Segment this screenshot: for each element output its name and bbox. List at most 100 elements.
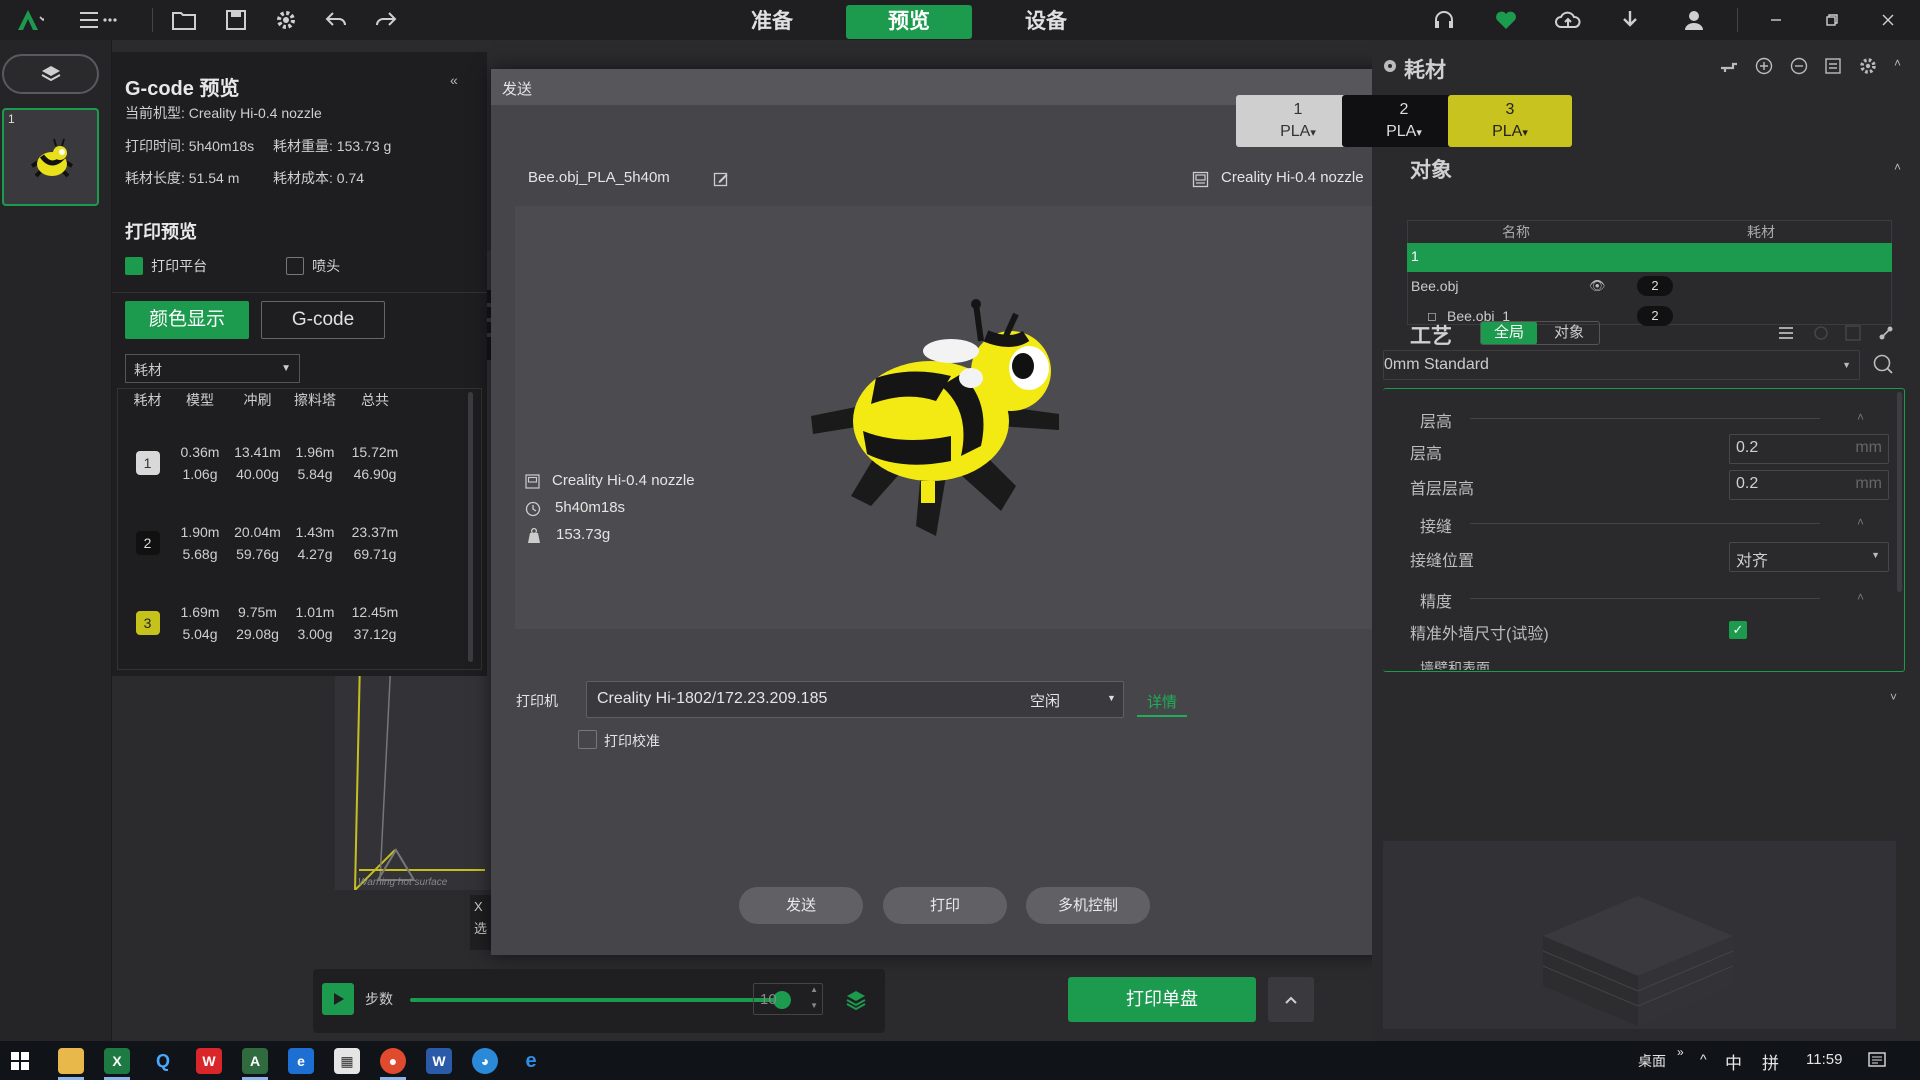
save-icon[interactable] <box>222 6 250 34</box>
add-filament-icon[interactable] <box>1755 57 1773 75</box>
object-filament-badge[interactable]: 2 <box>1637 306 1673 326</box>
nozzle-checkbox[interactable]: 喷头 <box>286 256 340 276</box>
tab-preview[interactable]: 预览 <box>846 5 972 39</box>
tab-device[interactable]: 设备 <box>990 5 1102 39</box>
filament-view-dropdown[interactable]: 耗材 ▼ <box>125 354 300 383</box>
tab-object[interactable]: 对象 <box>1539 322 1599 344</box>
seam-position-select[interactable]: 对齐 ▼ <box>1729 542 1889 572</box>
cloud-upload-icon[interactable] <box>1554 6 1582 34</box>
filament-chip-3[interactable]: 3 PLA▾ <box>1448 95 1572 147</box>
first-layer-height-input[interactable]: 0.2 mm <box>1729 470 1889 500</box>
table-row: 1 0.36m 1.06g 13.41m 40.00g 1.96m 5.84g 15.72m 4… <box>125 423 475 503</box>
tray-chevron-up-icon[interactable]: ^ <box>1700 1051 1707 1067</box>
filament-spool-icon <box>1382 58 1398 74</box>
collapse-icon[interactable]: ˄ <box>1894 56 1901 70</box>
calculator-icon[interactable]: ▦ <box>334 1048 360 1074</box>
notification-icon[interactable] <box>1868 1052 1886 1070</box>
precise-wall-checkbox[interactable]: ✓ <box>1729 621 1747 639</box>
collapse-icon[interactable]: ˄ <box>1857 590 1864 604</box>
filament-settings-icon[interactable] <box>1719 58 1739 74</box>
collapse-icon[interactable]: ˄ <box>1857 410 1864 424</box>
expand-icon[interactable]: ˅ <box>1890 690 1897 704</box>
headset-icon[interactable] <box>1430 6 1458 34</box>
heart-icon[interactable] <box>1492 6 1520 34</box>
gcode-view-button[interactable]: G-code <box>261 301 385 339</box>
print-bed-checkbox[interactable]: 打印平台 <box>125 256 207 276</box>
step-slider-track[interactable] <box>410 991 792 1009</box>
remove-filament-icon[interactable] <box>1790 57 1808 75</box>
edge-icon[interactable]: e <box>288 1048 314 1074</box>
visibility-eye-icon[interactable]: 👁 <box>1589 278 1606 294</box>
save-preset-icon[interactable] <box>1844 324 1862 342</box>
header-filament: 耗材 <box>133 392 162 408</box>
tower-length: 1.43m <box>295 524 335 540</box>
toolbar-expand-icon[interactable]: » <box>1677 1045 1684 1059</box>
search-icon[interactable] <box>1872 353 1894 375</box>
total-weight: 37.12g <box>353 626 397 642</box>
gear-icon[interactable] <box>1859 57 1877 75</box>
collapse-icon[interactable]: ˄ <box>1894 160 1901 174</box>
print-plate-button[interactable]: 打印单盘 <box>1068 977 1256 1022</box>
settings-scrollbar[interactable] <box>1897 392 1902 592</box>
tab-prepare[interactable]: 准备 <box>716 5 828 39</box>
ie-icon[interactable]: e <box>518 1048 544 1074</box>
compare-icon[interactable] <box>1877 324 1895 342</box>
flush-length: 20.04m <box>234 524 281 540</box>
creality-print-icon[interactable]: A <box>242 1048 268 1074</box>
collapse-panel-icon[interactable]: « <box>450 72 458 88</box>
chrome-icon[interactable]: ● <box>380 1048 406 1074</box>
play-button[interactable] <box>322 983 354 1015</box>
layers-stack-icon[interactable] <box>845 989 867 1011</box>
app-logo-icon[interactable] <box>16 6 44 34</box>
download-icon[interactable] <box>1616 6 1644 34</box>
total-weight: 46.90g <box>353 466 397 482</box>
expand-options-button[interactable] <box>1268 977 1314 1022</box>
windows-start-icon[interactable] <box>11 1052 29 1070</box>
undo-icon[interactable] <box>322 6 350 34</box>
edit-filename-icon[interactable] <box>713 171 729 187</box>
process-list-icon[interactable] <box>1777 324 1795 342</box>
ime-pinyin[interactable]: 拼 <box>1762 1049 1779 1074</box>
user-icon[interactable] <box>1680 6 1708 34</box>
open-folder-icon[interactable] <box>170 6 198 34</box>
weight-icon <box>525 528 543 544</box>
table-scrollbar[interactable] <box>468 392 473 662</box>
header-model: 模型 <box>186 392 214 408</box>
color-display-button[interactable]: 颜色显示 <box>125 301 249 339</box>
desktop-label[interactable]: 桌面 <box>1638 1051 1666 1071</box>
wps-icon[interactable]: W <box>196 1048 222 1074</box>
send-button[interactable]: 发送 <box>739 887 863 924</box>
print-button[interactable]: 打印 <box>883 887 1007 924</box>
menu-icon[interactable] <box>76 6 120 34</box>
tab-global[interactable]: 全局 <box>1481 322 1537 344</box>
clock-time[interactable]: 11:59 <box>1806 1051 1842 1068</box>
close-window-icon[interactable] <box>1874 6 1902 34</box>
sync-filament-icon[interactable] <box>1824 57 1842 75</box>
stepper-down-icon[interactable]: ▼ <box>810 1001 818 1010</box>
restore-icon[interactable] <box>1818 6 1846 34</box>
excel-icon[interactable]: X <box>104 1048 130 1074</box>
calibration-checkbox[interactable] <box>578 730 597 749</box>
printer-select[interactable]: Creality Hi-1802/172.23.209.185 空闲 ▼ <box>586 681 1124 718</box>
settings-gear-icon[interactable] <box>272 6 300 34</box>
search-app-icon[interactable]: Q <box>150 1048 176 1074</box>
qq-icon[interactable]: ◕ <box>472 1048 498 1074</box>
details-link[interactable]: 详情 <box>1137 691 1187 717</box>
ime-mode[interactable]: 中 <box>1725 1049 1742 1074</box>
collapse-icon[interactable]: ˄ <box>1857 515 1864 529</box>
layer-height-input[interactable]: 0.2 mm <box>1729 434 1889 464</box>
word-icon[interactable]: W <box>426 1048 452 1074</box>
plate-thumbnail[interactable]: 1 <box>2 108 99 206</box>
redo-icon[interactable] <box>372 6 400 34</box>
plate-row[interactable]: 1 <box>1407 243 1892 272</box>
preset-dropdown[interactable]: 0mm Standard ▼ <box>1383 350 1860 380</box>
stepper-up-icon[interactable]: ▲ <box>810 985 818 994</box>
layers-button[interactable] <box>2 54 99 94</box>
object-row[interactable]: Bee.obj 👁 2 <box>1407 272 1892 302</box>
reset-icon[interactable] <box>1812 324 1830 342</box>
step-value-input[interactable]: 10 ▲ ▼ <box>753 983 823 1015</box>
minimize-icon[interactable] <box>1762 6 1790 34</box>
file-explorer-icon[interactable] <box>58 1048 84 1074</box>
object-filament-badge[interactable]: 2 <box>1637 276 1673 296</box>
multi-machine-control-button[interactable]: 多机控制 <box>1026 887 1150 924</box>
